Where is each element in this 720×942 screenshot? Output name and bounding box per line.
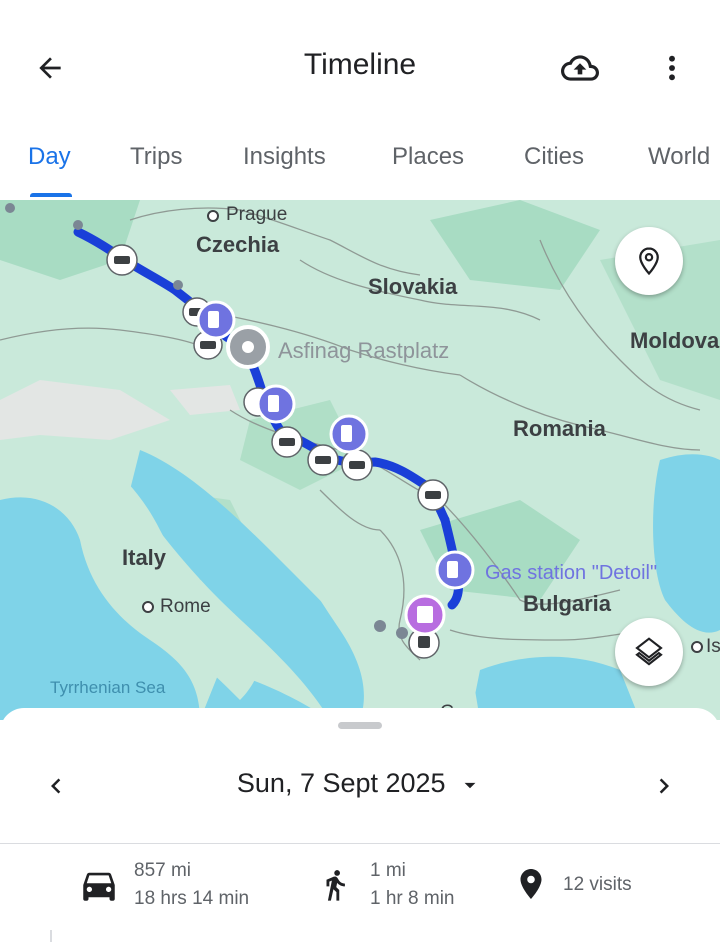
chevron-right-icon: [659, 778, 669, 794]
map-label-moldova: Moldova: [630, 328, 720, 353]
drive-duration: 18 hrs 14 min: [134, 888, 250, 909]
tab-world[interactable]: World: [648, 143, 710, 171]
layers-button[interactable]: [615, 618, 683, 686]
caret-down-icon: [464, 782, 476, 789]
map-label-gas-station: Gas station "Detoil": [485, 562, 658, 584]
tab-insights[interactable]: Insights: [243, 143, 326, 171]
cloud-upload-icon: [561, 55, 599, 81]
tab-places[interactable]: Places: [392, 143, 464, 171]
location-filter-button[interactable]: [615, 227, 683, 295]
map-label-rome: Rome: [160, 596, 211, 617]
layers-icon: [635, 637, 663, 666]
walk-distance: 1 mi: [370, 860, 406, 881]
map-label-asfinag: Asfinag Rastplatz: [278, 338, 450, 363]
map-label-bulgaria: Bulgaria: [523, 591, 612, 616]
map-label-slovakia: Slovakia: [368, 274, 458, 299]
map-label-czechia: Czechia: [196, 232, 280, 257]
cloud-upload-button[interactable]: [556, 44, 604, 92]
car-icon: [83, 872, 115, 901]
map-pin-icon: [639, 247, 659, 276]
bottom-sheet: Sun, 7 Sept 2025 857 mi 18 hrs 14 min 1 …: [0, 708, 720, 942]
map-label-romania: Romania: [513, 416, 606, 441]
map-view[interactable]: Prague Czechia Slovakia Moldova Asfinag …: [0, 200, 720, 720]
next-day-button[interactable]: [640, 762, 688, 810]
map-label-istanbul-partial: Is: [706, 636, 720, 657]
visits-count: 12 visits: [563, 874, 632, 895]
tab-bar: Day Trips Insights Places Cities World: [0, 130, 720, 200]
map-label-prague: Prague: [226, 204, 288, 225]
tab-cities[interactable]: Cities: [524, 143, 584, 171]
day-summary: 857 mi 18 hrs 14 min 1 mi 1 hr 8 min 12 …: [0, 844, 720, 928]
timeline-line: [50, 930, 52, 942]
date-label: Sun, 7 Sept 2025: [236, 768, 446, 798]
tab-day[interactable]: Day: [28, 143, 71, 171]
map-label-italy: Italy: [122, 545, 167, 570]
walk-duration: 1 hr 8 min: [370, 888, 455, 909]
more-options-button[interactable]: [648, 44, 696, 92]
drag-handle[interactable]: [338, 722, 382, 729]
map-background: [0, 200, 720, 720]
top-app-bar: Timeline: [0, 0, 720, 130]
more-vert-icon: [669, 55, 675, 81]
map-label-tyrrhenian-sea: Tyrrhenian Sea: [50, 678, 166, 697]
walk-icon: [326, 870, 345, 901]
location-pin-icon: [520, 869, 542, 899]
date-selector[interactable]: Sun, 7 Sept 2025: [0, 768, 720, 799]
tab-trips[interactable]: Trips: [130, 143, 182, 171]
page-title: Timeline: [303, 48, 417, 81]
car-marker[interactable]: [106, 244, 138, 276]
drive-distance: 857 mi: [134, 860, 192, 881]
active-tab-indicator: [30, 193, 72, 197]
